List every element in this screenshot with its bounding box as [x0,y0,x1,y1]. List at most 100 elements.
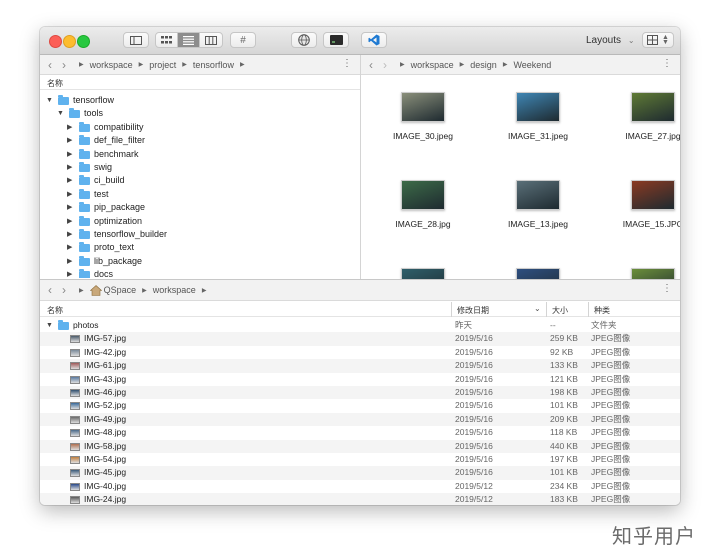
list-item[interactable]: IMG-42.jpg 2019/5/16 92 KB JPEG图像 [40,346,680,359]
item-name: IMG-24.jpg [84,494,127,505]
vscode-button[interactable] [361,32,387,48]
terminal-button[interactable] [323,32,349,48]
layouts-label: Layouts [586,35,622,46]
tree-item[interactable]: ▶ benchmark [40,148,360,161]
path-segment[interactable]: design [470,60,497,70]
more-options-icon[interactable]: ⋮ [342,58,352,69]
column-separator[interactable] [588,302,589,317]
disclosure-closed-icon[interactable]: ▶ [67,188,72,201]
list-item[interactable]: IMG-49.jpg 2019/5/16 209 KB JPEG图像 [40,412,680,427]
left-column-header[interactable]: 名称 [40,76,360,90]
more-options-icon[interactable]: ⋮ [662,283,672,294]
disclosure-closed-icon[interactable]: ▶ [67,215,72,228]
sidebar-toggle-button[interactable] [123,32,149,48]
name-column-header[interactable]: 名称 [47,305,63,316]
size-column-header[interactable]: 大小 [552,305,568,316]
list-item-folder-photos[interactable]: ▼ photos 昨天 -- 文件夹 [40,319,680,332]
more-options-icon[interactable]: ⋮ [662,58,672,69]
disclosure-closed-icon[interactable]: ▶ [67,255,72,268]
item-kind: JPEG图像 [591,400,631,411]
list-item[interactable]: IMG-40.jpg 2019/5/12 234 KB JPEG图像 [40,480,680,493]
tree-item[interactable]: ▶ ci_build [40,174,360,187]
path-segment[interactable]: workspace [411,60,454,70]
column-separator[interactable] [546,302,547,317]
list-view-button[interactable] [178,33,200,47]
sort-descending-icon[interactable]: ⌄ [534,304,541,313]
path-arrow-icon: ▶ [79,62,84,68]
tree-item[interactable]: ▼ tensorflow [40,94,360,107]
thumbnail-item[interactable]: IMAGE_27.jpg [603,92,680,141]
tree-item[interactable]: ▶ def_file_filter [40,134,360,147]
list-item[interactable]: IMG-46.jpg 2019/5/16 198 KB JPEG图像 [40,386,680,400]
thumbnail-item[interactable]: IMAGE_28.jpg [373,180,473,229]
disclosure-closed-icon[interactable]: ▶ [67,174,72,187]
back-icon[interactable]: ‹ [43,58,57,72]
close-window-button[interactable] [49,35,62,48]
list-item[interactable]: IMG-43.jpg 2019/5/16 121 KB JPEG图像 [40,373,680,386]
disclosure-closed-icon[interactable]: ▶ [67,121,72,134]
disclosure-closed-icon[interactable]: ▶ [67,201,72,214]
thumbnail-item[interactable]: IMAGE_15.JPG [603,180,680,229]
path-segment[interactable]: workspace [90,60,133,70]
tree-item[interactable]: ▶ proto_text [40,241,360,254]
path-segment[interactable]: project [149,60,176,70]
path-segment[interactable]: QSpace [104,285,137,295]
folder-icon [79,135,90,146]
thumbnail-item[interactable]: IMAGE_30.jpeg [373,92,473,141]
forward-icon[interactable]: › [57,283,71,297]
date-column-header[interactable]: 修改日期 [457,305,489,316]
list-item[interactable]: IMG-61.jpg 2019/5/16 133 KB JPEG图像 [40,359,680,373]
thumbnail-item[interactable] [488,268,588,279]
thumbnail-item[interactable]: IMAGE_13.jpeg [488,180,588,229]
tree-item[interactable]: ▶ test [40,188,360,201]
tree-item[interactable]: ▶ docs [40,268,360,278]
image-file-icon [70,482,80,491]
tree-item[interactable]: ▼ tools [40,107,360,120]
tree-item[interactable]: ▶ lib_package [40,255,360,268]
list-item[interactable]: IMG-57.jpg 2019/5/16 259 KB JPEG图像 [40,332,680,346]
tree-item[interactable]: ▶ tensorflow_builder [40,228,360,241]
forward-icon[interactable]: › [57,58,71,72]
list-item[interactable]: IMG-45.jpg 2019/5/16 101 KB JPEG图像 [40,466,680,480]
path-segment[interactable]: Weekend [513,60,551,70]
icon-view-button[interactable] [156,33,178,47]
list-item[interactable]: IMG-24.jpg 2019/5/12 183 KB JPEG图像 [40,493,680,505]
thumbnail-item[interactable]: IMAGE_31.jpeg [488,92,588,141]
forward-icon[interactable]: › [378,58,392,72]
watermark: 知乎用户 [612,524,696,548]
tree-item[interactable]: ▶ optimization [40,215,360,228]
tree-item[interactable]: ▶ swig [40,161,360,174]
view-mode-segmented-control [155,32,223,48]
column-separator[interactable] [451,302,452,317]
zoom-window-button[interactable] [77,35,90,48]
disclosure-closed-icon[interactable]: ▶ [67,148,72,161]
list-item[interactable]: IMG-52.jpg 2019/5/16 101 KB JPEG图像 [40,399,680,412]
thumbnail-item[interactable] [603,268,680,279]
disclosure-closed-icon[interactable]: ▶ [67,241,72,254]
list-item[interactable]: IMG-54.jpg 2019/5/16 197 KB JPEG图像 [40,453,680,466]
path-segment[interactable]: tensorflow [193,60,234,70]
back-icon[interactable]: ‹ [43,283,57,297]
name-column-header[interactable]: 名称 [47,78,63,89]
kind-column-header[interactable]: 种类 [594,305,610,316]
disclosure-closed-icon[interactable]: ▶ [67,268,72,278]
disclosure-closed-icon[interactable]: ▶ [67,134,72,147]
path-segment[interactable]: workspace [153,285,196,295]
disclosure-closed-icon[interactable]: ▶ [67,228,72,241]
tree-item[interactable]: ▶ compatibility [40,121,360,134]
disclosure-open-icon[interactable]: ▼ [57,107,64,120]
list-item[interactable]: IMG-58.jpg 2019/5/16 440 KB JPEG图像 [40,439,680,453]
list-item[interactable]: IMG-48.jpg 2019/5/16 118 KB JPEG图像 [40,426,680,439]
minimize-window-button[interactable] [63,35,76,48]
column-view-button[interactable] [200,33,222,47]
back-icon[interactable]: ‹ [364,58,378,72]
thumbnail-item[interactable] [373,268,473,279]
disclosure-open-icon[interactable]: ▼ [46,94,53,107]
tag-button[interactable]: # [230,32,256,48]
disclosure-open-icon[interactable]: ▼ [46,319,53,332]
network-button[interactable] [291,32,317,48]
tree-item[interactable]: ▶ pip_package [40,201,360,214]
layouts-menu[interactable]: Layouts ⌄ [586,35,635,46]
disclosure-closed-icon[interactable]: ▶ [67,161,72,174]
layout-picker-button[interactable]: ▲ ▼ [642,32,674,48]
